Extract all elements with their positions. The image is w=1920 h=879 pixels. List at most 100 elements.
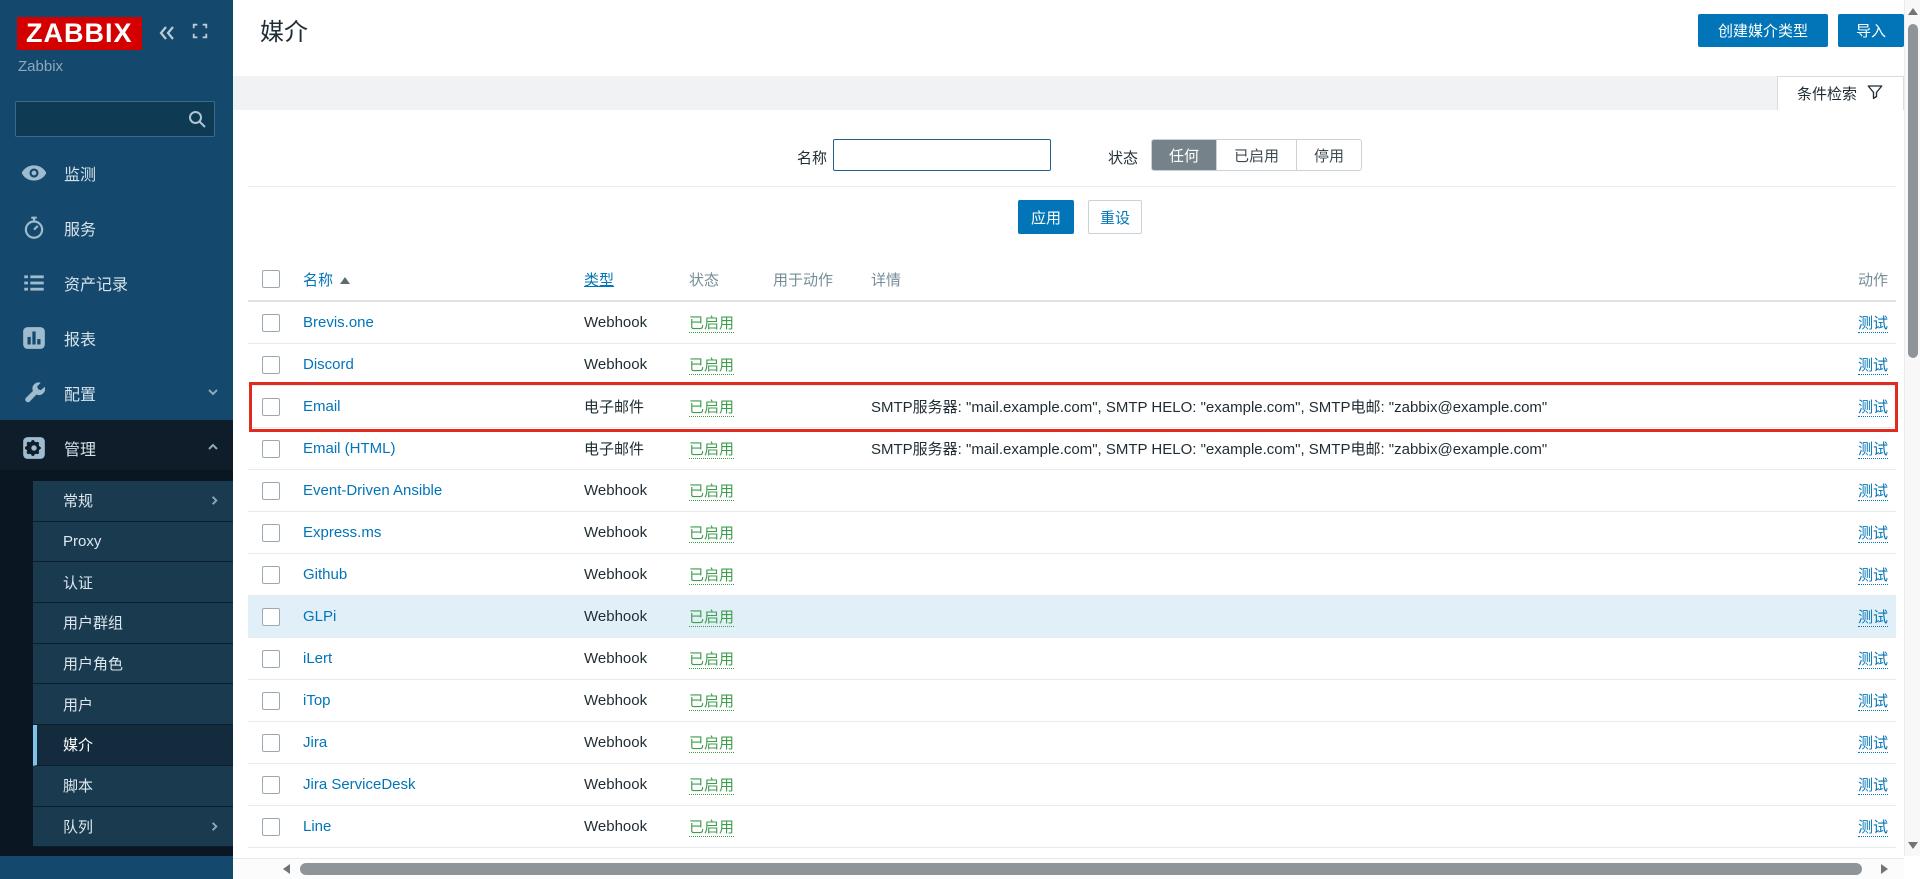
- status-enabled-link-cell: 已启用: [689, 480, 773, 501]
- status-enabled-link[interactable]: 已启用: [689, 651, 734, 669]
- row-checkbox[interactable]: [262, 734, 280, 752]
- status-option-disabled[interactable]: 停用: [1296, 140, 1361, 170]
- submenu-item-user-groups[interactable]: 用户群组: [33, 603, 233, 644]
- scroll-left-arrow[interactable]: [283, 864, 290, 874]
- status-enabled-link[interactable]: 已启用: [689, 525, 734, 543]
- test-link[interactable]: 测试: [1858, 651, 1888, 669]
- status-enabled-link[interactable]: 已启用: [689, 777, 734, 795]
- select-all-checkbox[interactable]: [262, 270, 280, 288]
- media-type-name-link[interactable]: Github: [303, 566, 347, 583]
- row-checkbox[interactable]: [262, 776, 280, 794]
- sidebar: ZABBIX Zabbix 监测: [0, 0, 233, 879]
- test-link[interactable]: 测试: [1858, 609, 1888, 627]
- status-enabled-link[interactable]: 已启用: [689, 483, 734, 501]
- row-checkbox[interactable]: [262, 440, 280, 458]
- sidebar-item-administration[interactable]: 管理: [0, 420, 233, 475]
- funnel-icon: [1866, 83, 1884, 105]
- sidebar-pin-icon[interactable]: [191, 22, 209, 45]
- horizontal-scrollbar-thumb[interactable]: [300, 863, 1862, 875]
- status-enabled-link[interactable]: 已启用: [689, 819, 734, 837]
- search-input[interactable]: [16, 102, 214, 136]
- status-option-any[interactable]: 任何: [1152, 140, 1216, 170]
- media-type-name-link[interactable]: iTop: [303, 692, 331, 709]
- row-checkbox[interactable]: [262, 608, 280, 626]
- submenu-item-label: Proxy: [63, 533, 101, 550]
- test-link[interactable]: 测试: [1858, 693, 1888, 711]
- apply-button[interactable]: 应用: [1018, 200, 1074, 234]
- row-checkbox[interactable]: [262, 482, 280, 500]
- submenu-item-authentication[interactable]: 认证: [33, 562, 233, 603]
- submenu-item-scripts[interactable]: 脚本: [33, 766, 233, 807]
- status-enabled-link[interactable]: 已启用: [689, 567, 734, 585]
- row-checkbox[interactable]: [262, 692, 280, 710]
- row-checkbox[interactable]: [262, 818, 280, 836]
- status-enabled-link-cell: 已启用: [689, 774, 773, 795]
- media-type-name-link[interactable]: Jira ServiceDesk: [303, 776, 416, 793]
- test-link[interactable]: 测试: [1858, 441, 1888, 459]
- row-checkbox[interactable]: [262, 566, 280, 584]
- submenu-item-user-roles[interactable]: 用户角色: [33, 644, 233, 685]
- test-link[interactable]: 测试: [1858, 735, 1888, 753]
- test-link[interactable]: 测试: [1858, 357, 1888, 375]
- gear-icon: [21, 435, 47, 461]
- media-type-name-link[interactable]: Brevis.one: [303, 314, 374, 331]
- test-link[interactable]: 测试: [1858, 399, 1888, 417]
- status-enabled-link[interactable]: 已启用: [689, 357, 734, 375]
- sidebar-item-configuration[interactable]: 配置: [0, 365, 233, 420]
- scroll-up-arrow[interactable]: [1908, 8, 1918, 15]
- import-button[interactable]: 导入: [1838, 14, 1904, 47]
- status-enabled-link-cell: 已启用: [689, 522, 773, 543]
- sidebar-item-services[interactable]: 服务: [0, 200, 233, 255]
- column-header-type[interactable]: 类型: [584, 272, 614, 289]
- scroll-right-arrow[interactable]: [1881, 864, 1888, 874]
- test-link[interactable]: 测试: [1858, 819, 1888, 837]
- media-type-name-link[interactable]: Email (HTML): [303, 440, 396, 457]
- reset-button[interactable]: 重设: [1088, 200, 1142, 234]
- row-checkbox[interactable]: [262, 356, 280, 374]
- test-link[interactable]: 测试: [1858, 567, 1888, 585]
- sidebar-item-inventory[interactable]: 资产记录: [0, 255, 233, 310]
- status-enabled-link[interactable]: 已启用: [689, 693, 734, 711]
- row-checkbox[interactable]: [262, 398, 280, 416]
- vertical-scrollbar-thumb[interactable]: [1908, 24, 1918, 358]
- status-enabled-link[interactable]: 已启用: [689, 441, 734, 459]
- sidebar-item-reports[interactable]: 报表: [0, 310, 233, 365]
- sidebar-item-monitoring[interactable]: 监测: [0, 145, 233, 200]
- status-enabled-link-cell: 已启用: [689, 396, 773, 417]
- column-header-name[interactable]: 名称: [303, 272, 333, 289]
- submenu-item-queue[interactable]: 队列: [33, 807, 233, 848]
- media-type-name-link[interactable]: Express.ms: [303, 524, 381, 541]
- media-type-name-link[interactable]: Line: [303, 818, 331, 835]
- media-type-name-link[interactable]: Email: [303, 398, 341, 415]
- media-type-name-link[interactable]: Event-Driven Ansible: [303, 482, 442, 499]
- test-link[interactable]: 测试: [1858, 483, 1888, 501]
- media-type-name-link[interactable]: Jira: [303, 734, 327, 751]
- horizontal-scrollbar[interactable]: [233, 858, 1904, 879]
- media-type-name-link[interactable]: Discord: [303, 356, 354, 373]
- vertical-scrollbar[interactable]: [1904, 0, 1920, 856]
- scroll-down-arrow[interactable]: [1908, 842, 1918, 849]
- status-enabled-link[interactable]: 已启用: [689, 735, 734, 753]
- row-checkbox[interactable]: [262, 524, 280, 542]
- filter-tab[interactable]: 条件检索: [1777, 76, 1904, 110]
- row-checkbox[interactable]: [262, 314, 280, 332]
- status-enabled-link[interactable]: 已启用: [689, 399, 734, 417]
- name-filter-input[interactable]: [833, 139, 1051, 171]
- media-type-name-link[interactable]: iLert: [303, 650, 332, 667]
- row-checkbox[interactable]: [262, 650, 280, 668]
- submenu-item-general[interactable]: 常规: [33, 481, 233, 522]
- submenu-item-users[interactable]: 用户: [33, 684, 233, 725]
- status-enabled-link[interactable]: 已启用: [689, 315, 734, 333]
- media-type-name-link[interactable]: GLPi: [303, 608, 336, 625]
- sidebar-collapse-icon[interactable]: [156, 22, 178, 49]
- test-link[interactable]: 测试: [1858, 315, 1888, 333]
- test-link-cell: 测试: [1820, 396, 1896, 417]
- submenu-item-media-types[interactable]: 媒介: [33, 725, 233, 766]
- status-option-enabled[interactable]: 已启用: [1216, 140, 1296, 170]
- test-link[interactable]: 测试: [1858, 525, 1888, 543]
- create-media-type-button[interactable]: 创建媒介类型: [1698, 14, 1828, 47]
- media-type-type: Webhook: [584, 566, 689, 583]
- test-link[interactable]: 测试: [1858, 777, 1888, 795]
- submenu-item-proxy[interactable]: Proxy: [33, 522, 233, 563]
- status-enabled-link[interactable]: 已启用: [689, 609, 734, 627]
